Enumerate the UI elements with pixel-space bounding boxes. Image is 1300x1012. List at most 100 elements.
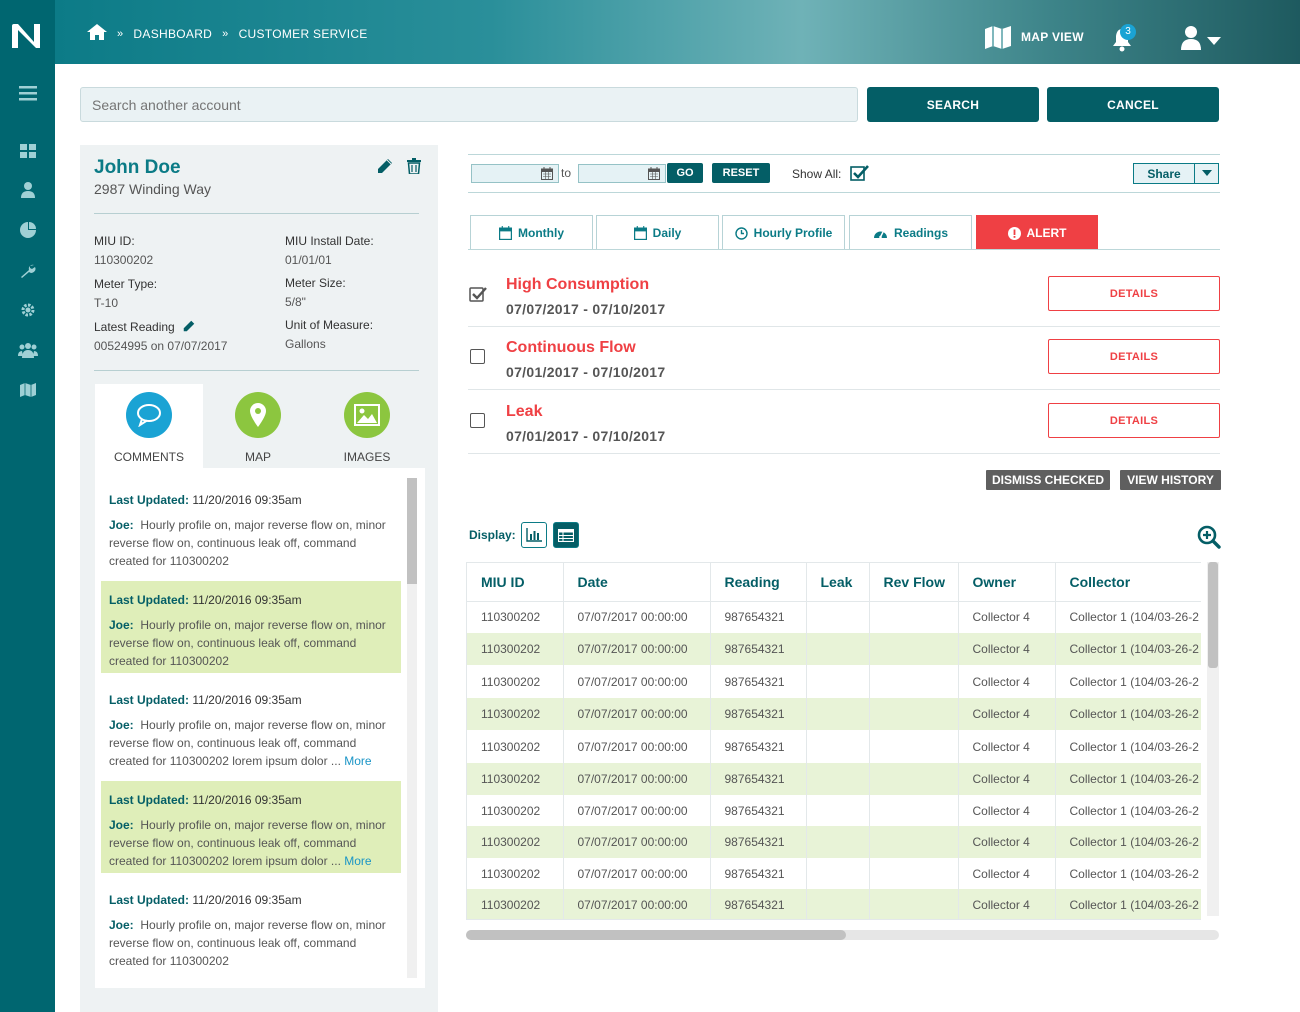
map-view-button[interactable]: MAP VIEW (985, 24, 1095, 50)
table-cell (869, 889, 959, 919)
details-button[interactable]: DETAILS (1048, 403, 1220, 438)
comment-updated: Last Updated: 11/20/2016 09:35am (109, 493, 302, 507)
table-row[interactable]: 110300202 07/07/2017 00:00:00 987654321 Col… (467, 889, 1201, 919)
share-dropdown[interactable]: Share (1133, 163, 1219, 184)
tab-alert[interactable]: ALERT (976, 215, 1098, 250)
table-cell: Collector 4 (958, 858, 1056, 889)
user-icon[interactable] (17, 180, 39, 200)
clock-icon (734, 226, 748, 240)
pie-chart-icon[interactable] (17, 220, 39, 240)
table-cell: Collector 4 (958, 889, 1056, 919)
table-cell: 07/07/2017 00:00:00 (563, 730, 711, 763)
folded-map-icon (985, 26, 1011, 49)
tab-map-label: MAP (244, 450, 271, 464)
customer-address: 2987 Winding Way (94, 181, 211, 197)
table-row[interactable]: 110300202 07/07/2017 00:00:00 987654321 Col… (467, 763, 1201, 795)
end-date-input[interactable] (578, 164, 666, 183)
column-header-reading[interactable]: Reading (710, 563, 807, 602)
tab-comments[interactable]: COMMENTS (95, 384, 203, 468)
table-row[interactable]: 110300202 07/07/2017 00:00:00 987654321 Col… (467, 698, 1201, 730)
calendar-icon[interactable] (541, 167, 553, 180)
alert-checkbox[interactable] (470, 349, 485, 364)
details-button[interactable]: DETAILS (1048, 276, 1220, 311)
column-header-miu-id[interactable]: MIU ID (467, 563, 564, 602)
gauge-icon (873, 231, 887, 239)
table-cell (806, 826, 870, 858)
comment-item: Last Updated: 11/20/2016 09:35am Joe: Ho… (101, 681, 401, 773)
start-date-input[interactable] (471, 164, 559, 183)
settings-gear-icon[interactable] (17, 300, 39, 320)
tab-monthly[interactable]: Monthly (470, 215, 593, 250)
app-logo[interactable] (10, 22, 44, 50)
share-dropdown-toggle[interactable] (1194, 164, 1218, 183)
display-label: Display: (469, 528, 516, 542)
account-search-input[interactable] (80, 87, 858, 122)
users-group-icon[interactable] (17, 340, 39, 360)
scrollbar-thumb[interactable] (407, 478, 417, 584)
table-row[interactable]: 110300202 07/07/2017 00:00:00 987654321 Col… (467, 795, 1201, 826)
column-header-owner[interactable]: Owner (958, 563, 1056, 602)
table-row[interactable]: 110300202 07/07/2017 00:00:00 987654321 Col… (467, 665, 1201, 698)
breadcrumb-separator: » (222, 28, 229, 40)
table-cell (869, 763, 959, 795)
home-icon[interactable] (87, 24, 107, 40)
table-cell (806, 858, 870, 889)
more-link[interactable]: More (344, 854, 371, 868)
table-horizontal-scrollbar[interactable] (466, 930, 1219, 940)
view-history-button[interactable]: VIEW HISTORY (1120, 470, 1221, 490)
dashboard-icon[interactable] (17, 141, 39, 161)
show-all-checkbox[interactable] (850, 164, 870, 182)
table-cell: Collector 1 (104/03-26-2 (1055, 633, 1201, 665)
tab-readings[interactable]: Readings (849, 215, 972, 250)
breadcrumb-dashboard[interactable]: DASHBOARD (133, 27, 212, 41)
edit-pencil-icon[interactable] (183, 320, 195, 332)
reset-button[interactable]: RESET (712, 163, 770, 183)
table-view-button[interactable] (553, 522, 579, 548)
table-vertical-scrollbar[interactable] (1207, 562, 1219, 916)
dismiss-checked-button[interactable]: DISMISS CHECKED (986, 470, 1110, 490)
trash-icon[interactable] (407, 158, 421, 174)
wrench-icon[interactable] (17, 261, 39, 281)
details-button[interactable]: DETAILS (1048, 339, 1220, 374)
comments-scrollbar[interactable] (407, 478, 417, 978)
calendar-icon (499, 226, 512, 240)
go-button[interactable]: GO (667, 163, 703, 183)
table-row[interactable]: 110300202 07/07/2017 00:00:00 987654321 Col… (467, 633, 1201, 665)
alert-checkbox[interactable] (470, 413, 485, 428)
map-icon[interactable] (17, 380, 39, 400)
zoom-in-icon[interactable] (1197, 525, 1221, 549)
calendar-icon[interactable] (648, 167, 660, 180)
menu-icon[interactable] (17, 83, 39, 103)
table-cell: 987654321 (710, 730, 807, 763)
scrollbar-thumb[interactable] (1208, 562, 1218, 668)
column-header-leak[interactable]: Leak (806, 563, 870, 602)
cancel-button[interactable]: CANCEL (1047, 87, 1219, 122)
table-cell: Collector 4 (958, 633, 1056, 665)
user-menu-button[interactable] (1180, 26, 1221, 50)
scrollbar-thumb[interactable] (466, 930, 846, 940)
column-header-rev-flow[interactable]: Rev Flow (869, 563, 959, 602)
table-cell: Collector 1 (104/03-26-2 (1055, 601, 1201, 633)
table-row[interactable]: 110300202 07/07/2017 00:00:00 987654321 Col… (467, 826, 1201, 858)
breadcrumb-customer-service[interactable]: CUSTOMER SERVICE (239, 27, 368, 41)
table-cell: 110300202 (467, 795, 564, 826)
comments-list: Last Updated: 11/20/2016 09:35am Joe: Ho… (95, 468, 425, 988)
column-header-collector[interactable]: Collector (1055, 563, 1201, 602)
notifications-button[interactable]: 3 (1110, 24, 1136, 57)
share-label[interactable]: Share (1134, 164, 1194, 183)
tab-images[interactable]: IMAGES (313, 384, 421, 468)
tab-map[interactable]: MAP (204, 384, 312, 468)
alert-checkbox-checked[interactable] (469, 285, 489, 303)
map-pin-icon (250, 403, 266, 427)
search-button[interactable]: SEARCH (867, 87, 1039, 122)
table-row[interactable]: 110300202 07/07/2017 00:00:00 987654321 Col… (467, 858, 1201, 889)
edit-pencil-icon[interactable] (377, 158, 393, 174)
tab-hourly-profile[interactable]: Hourly Profile (722, 215, 845, 250)
tab-daily[interactable]: Daily (596, 215, 719, 250)
latest-reading-label-row: Latest Reading (94, 320, 227, 334)
more-link[interactable]: More (344, 754, 371, 768)
table-row[interactable]: 110300202 07/07/2017 00:00:00 987654321 Col… (467, 730, 1201, 763)
column-header-date[interactable]: Date (563, 563, 711, 602)
table-row[interactable]: 110300202 07/07/2017 00:00:00 987654321 Col… (467, 601, 1201, 633)
chart-view-button[interactable] (521, 522, 547, 548)
